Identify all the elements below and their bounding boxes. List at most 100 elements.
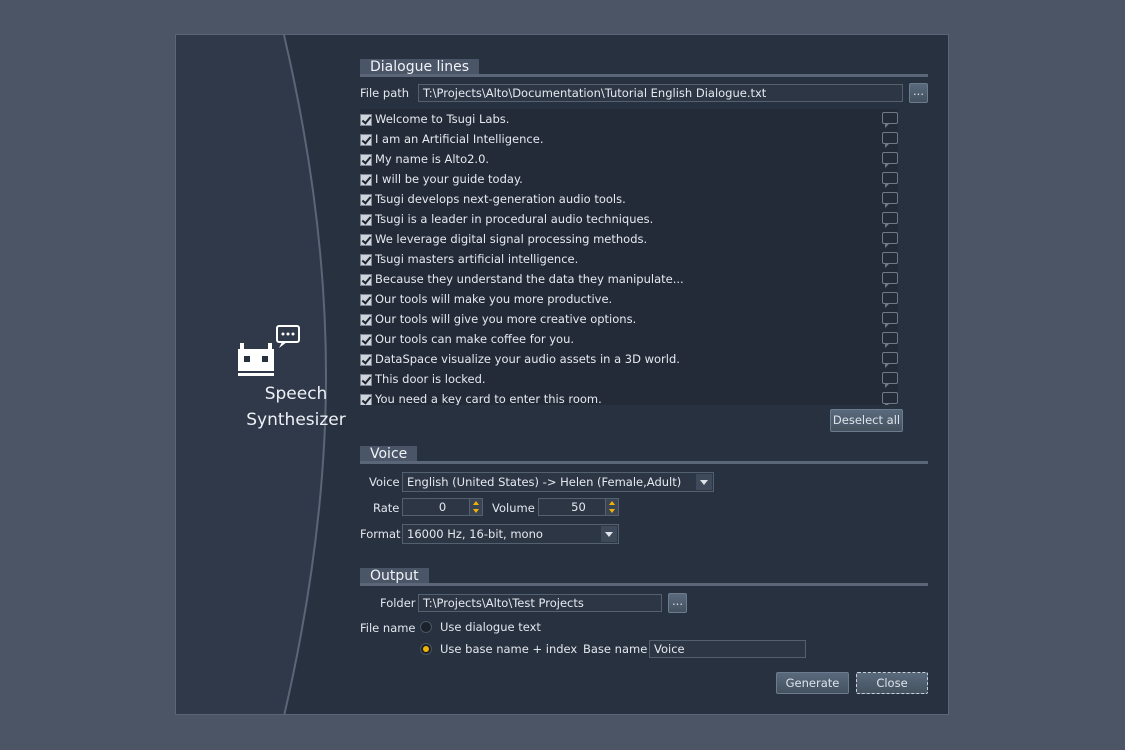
dialogue-line-text: Our tools will give you more creative op…	[375, 312, 637, 326]
filename-label: File name	[360, 621, 416, 635]
speech-bubble-icon[interactable]	[882, 192, 898, 208]
stepper-arrows-icon[interactable]	[469, 499, 482, 515]
volume-stepper[interactable]: 50	[538, 498, 619, 516]
dialogue-line-row[interactable]: You need a key card to enter this room.	[360, 390, 898, 405]
folder-browse-button[interactable]: ...	[668, 593, 687, 613]
dialogue-line-row[interactable]: Tsugi masters artificial intelligence.	[360, 250, 898, 270]
dialogue-line-text: We leverage digital signal processing me…	[375, 232, 648, 246]
dialogue-line-checkbox[interactable]	[360, 294, 372, 306]
speech-bubble-icon[interactable]	[882, 372, 898, 388]
dialogue-line-text: You need a key card to enter this room.	[375, 392, 602, 405]
file-path-input[interactable]: T:\Projects\Alto\Documentation\Tutorial …	[418, 84, 903, 102]
voice-section-title: Voice	[360, 446, 418, 462]
dialogue-line-text: Our tools will make you more productive.	[375, 292, 613, 306]
dialogue-line-row[interactable]: I am an Artificial Intelligence.	[360, 130, 898, 150]
dialogue-line-text: Welcome to Tsugi Labs.	[375, 112, 510, 126]
speech-bubble-icon[interactable]	[882, 272, 898, 288]
generate-button[interactable]: Generate	[776, 672, 849, 694]
dialogue-line-row[interactable]: Tsugi develops next-generation audio too…	[360, 190, 898, 210]
output-section-title: Output	[360, 568, 429, 584]
chevron-down-icon	[601, 526, 617, 542]
dialogue-line-row[interactable]: Welcome to Tsugi Labs.	[360, 110, 898, 130]
dialogue-line-checkbox[interactable]	[360, 154, 372, 166]
stepper-arrows-icon[interactable]	[605, 499, 618, 515]
format-select[interactable]: 16000 Hz, 16-bit, mono	[402, 524, 619, 544]
section-divider	[360, 583, 928, 586]
format-select-value: 16000 Hz, 16-bit, mono	[407, 527, 543, 541]
folder-input[interactable]: T:\Projects\Alto\Test Projects	[418, 594, 662, 612]
dialogue-line-text: I am an Artificial Intelligence.	[375, 132, 544, 146]
dialogue-line-row[interactable]: Our tools can make coffee for you.	[360, 330, 898, 350]
speech-bubble-icon[interactable]	[882, 292, 898, 308]
dialogue-lines-list[interactable]: Welcome to Tsugi Labs. I am an Artificial…	[360, 109, 898, 405]
dialogue-line-row[interactable]: Because they understand the data they ma…	[360, 270, 898, 290]
dialogue-line-checkbox[interactable]	[360, 274, 372, 286]
use-base-name-radio[interactable]	[420, 643, 432, 655]
speech-bubble-icon[interactable]	[882, 252, 898, 268]
dialogue-line-checkbox[interactable]	[360, 314, 372, 326]
speech-bubble-icon[interactable]	[882, 112, 898, 128]
format-label: Format	[360, 527, 401, 541]
rate-stepper[interactable]: 0	[402, 498, 483, 516]
voice-section-header: Voice	[360, 446, 928, 464]
dialogue-line-row[interactable]: This door is locked.	[360, 370, 898, 390]
close-button[interactable]: Close	[856, 672, 928, 694]
dialogue-line-checkbox[interactable]	[360, 254, 372, 266]
dialogue-line-text: This door is locked.	[375, 372, 486, 386]
dialogue-line-text: Tsugi masters artificial intelligence.	[375, 252, 579, 266]
dialogue-line-text: I will be your guide today.	[375, 172, 523, 186]
dialogue-line-text: Because they understand the data they ma…	[375, 272, 684, 286]
speech-bubble-icon[interactable]	[882, 232, 898, 248]
voice-select-value: English (United States) -> Helen (Female…	[407, 475, 682, 489]
dialogue-line-text: Tsugi develops next-generation audio too…	[375, 192, 626, 206]
file-path-label: File path	[360, 86, 410, 100]
dialogue-line-text: Tsugi is a leader in procedural audio te…	[375, 212, 654, 226]
dialogue-line-row[interactable]: Our tools will give you more creative op…	[360, 310, 898, 330]
speech-bubble-icon[interactable]	[882, 352, 898, 368]
dialogue-line-checkbox[interactable]	[360, 174, 372, 186]
dialogue-line-checkbox[interactable]	[360, 214, 372, 226]
speech-bubble-icon[interactable]	[882, 172, 898, 188]
dialogue-section-title: Dialogue lines	[360, 59, 480, 75]
dialogue-line-checkbox[interactable]	[360, 374, 372, 386]
section-divider	[360, 461, 928, 464]
speech-bubble-icon[interactable]	[882, 332, 898, 348]
dialogue-line-checkbox[interactable]	[360, 354, 372, 366]
dialogue-line-text: DataSpace visualize your audio assets in…	[375, 352, 680, 366]
speech-bubble-icon[interactable]	[882, 152, 898, 168]
main-panel: Dialogue lines File path T:\Projects\Alt…	[360, 35, 930, 714]
base-name-label: Base name	[583, 642, 648, 656]
dialogue-section-header: Dialogue lines	[360, 59, 928, 77]
voice-select[interactable]: English (United States) -> Helen (Female…	[402, 472, 714, 492]
dialogue-line-checkbox[interactable]	[360, 394, 372, 405]
use-dialogue-text-label[interactable]: Use dialogue text	[440, 620, 541, 634]
dialogue-line-checkbox[interactable]	[360, 234, 372, 246]
dialogue-line-text: My name is Alto2.0.	[375, 152, 490, 166]
dialogue-line-checkbox[interactable]	[360, 334, 372, 346]
folder-label: Folder	[380, 596, 416, 610]
dialogue-line-text: Our tools can make coffee for you.	[375, 332, 575, 346]
file-path-browse-button[interactable]: ...	[909, 83, 928, 103]
robot-chat-icon	[238, 325, 300, 376]
dialogue-line-row[interactable]: We leverage digital signal processing me…	[360, 230, 898, 250]
dialogue-line-checkbox[interactable]	[360, 194, 372, 206]
use-base-name-label[interactable]: Use base name + index	[440, 642, 577, 656]
dialogue-line-row[interactable]: I will be your guide today.	[360, 170, 898, 190]
dialogue-line-row[interactable]: My name is Alto2.0.	[360, 150, 898, 170]
dialogue-line-row[interactable]: DataSpace visualize your audio assets in…	[360, 350, 898, 370]
deselect-all-button[interactable]: Deselect all	[830, 409, 903, 432]
base-name-input[interactable]: Voice	[649, 640, 806, 658]
dialogue-line-row[interactable]: Our tools will make you more productive.	[360, 290, 898, 310]
dialogue-line-checkbox[interactable]	[360, 134, 372, 146]
rate-value: 0	[438, 500, 447, 514]
speech-bubble-icon[interactable]	[882, 212, 898, 228]
dialogue-line-checkbox[interactable]	[360, 114, 372, 126]
use-dialogue-text-radio[interactable]	[420, 621, 432, 633]
chevron-down-icon	[696, 474, 712, 490]
speech-bubble-icon[interactable]	[882, 132, 898, 148]
speech-bubble-icon[interactable]	[882, 312, 898, 328]
dialogue-line-row[interactable]: Tsugi is a leader in procedural audio te…	[360, 210, 898, 230]
speech-bubble-icon[interactable]	[882, 392, 898, 405]
voice-label: Voice	[369, 475, 400, 489]
volume-label: Volume	[492, 501, 535, 515]
